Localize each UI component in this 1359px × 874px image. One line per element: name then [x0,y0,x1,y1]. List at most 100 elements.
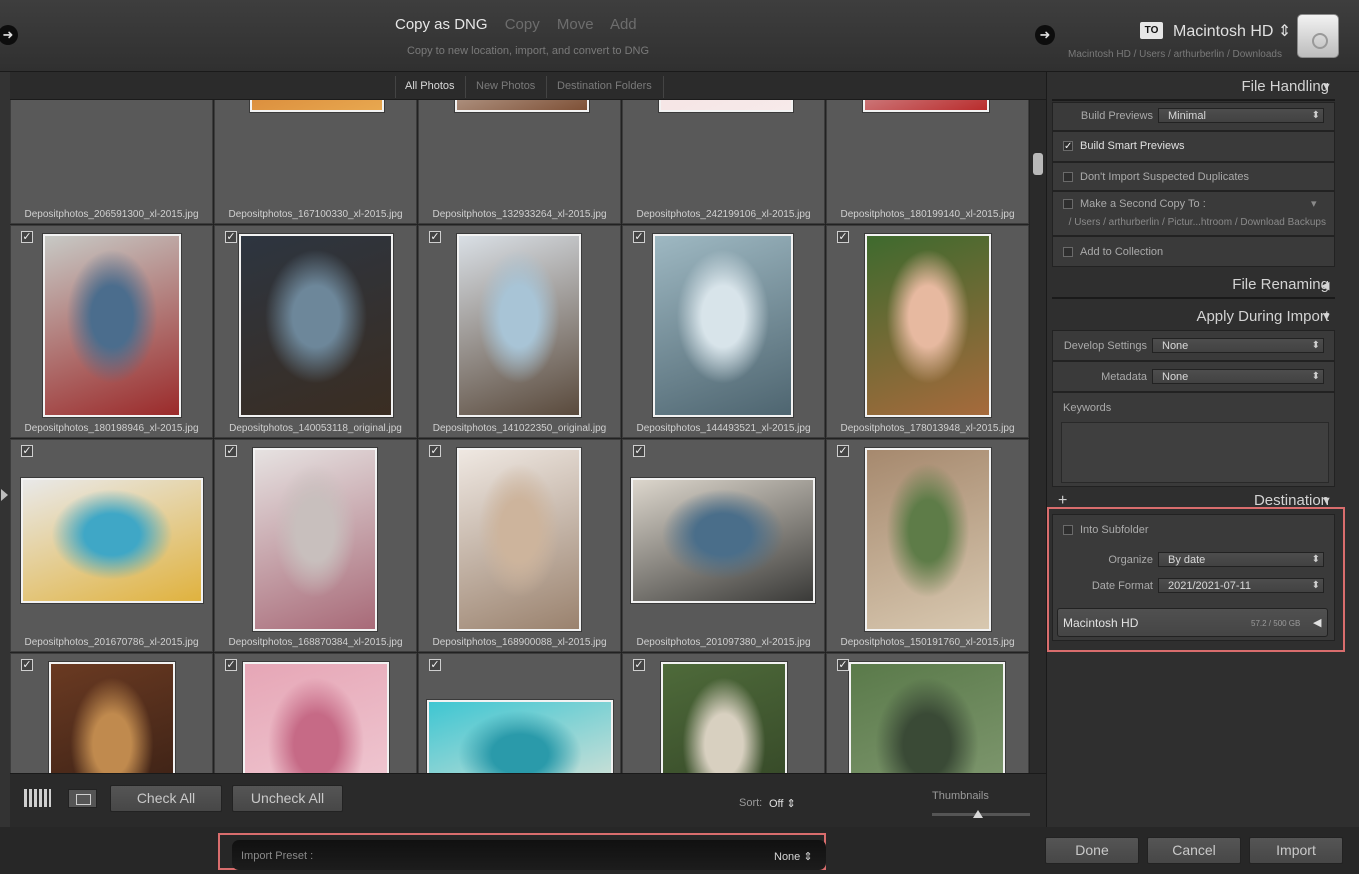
photo-cell[interactable]: Depositphotos_206591300_xl-2015.jpg [10,100,213,224]
second-copy-checkbox[interactable] [1063,199,1073,209]
photo-checkbox[interactable]: ✓ [429,659,441,671]
add-collection-checkbox[interactable] [1063,247,1073,257]
mode-copy[interactable]: Copy [505,16,540,33]
photo-checkbox[interactable]: ✓ [21,659,33,671]
photo-thumbnail[interactable] [21,478,203,603]
photo-cell[interactable]: ✓ Depositphotos_150191760_xl-2015.jpg [826,439,1029,652]
photo-cell[interactable]: ✓ Depositphotos_168900088_xl-2015.jpg [418,439,621,652]
photo-checkbox[interactable]: ✓ [633,659,645,671]
photo-checkbox[interactable]: ✓ [837,445,849,457]
chevron-down-icon[interactable]: ▾ [1311,197,1317,210]
photo-checkbox[interactable]: ✓ [225,445,237,457]
photo-cell[interactable]: ✓ [418,653,621,773]
mode-add[interactable]: Add [610,16,637,33]
photo-cell[interactable]: ✓ [622,653,825,773]
photo-thumbnail[interactable] [863,100,989,112]
photo-cell[interactable]: Depositphotos_180199140_xl-2015.jpg [826,100,1029,224]
photo-thumbnail[interactable] [457,234,581,417]
no-duplicates-row[interactable]: Don't Import Suspected Duplicates [1052,162,1335,191]
photo-checkbox[interactable]: ✓ [633,231,645,243]
arrow-right-circle-icon[interactable]: ➜ [0,25,18,45]
photo-thumbnail[interactable] [849,662,1005,773]
import-preset-selector[interactable]: None ⇕ [774,850,813,863]
photo-thumbnail[interactable] [455,100,589,112]
photo-thumbnail[interactable] [49,662,175,773]
photo-cell[interactable]: ✓ Depositphotos_201670786_xl-2015.jpg [10,439,213,652]
photo-thumbnail[interactable] [661,662,787,773]
apply-during-import-header[interactable]: Apply During Import [1196,308,1329,325]
photo-thumbnail[interactable] [427,700,613,773]
photo-checkbox[interactable]: ✓ [21,445,33,457]
build-previews-select[interactable]: Minimal [1158,108,1324,123]
loupe-view-icon[interactable] [68,789,97,808]
photo-cell[interactable]: Depositphotos_167100330_xl-2015.jpg [214,100,417,224]
metadata-select[interactable]: None [1152,369,1324,384]
add-collection-row[interactable]: Add to Collection [1052,236,1335,267]
tab-new-photos[interactable]: New Photos [476,80,535,92]
photo-cell[interactable]: ✓ [214,653,417,773]
tab-all-photos[interactable]: All Photos [405,80,455,92]
collapse-triangle-icon[interactable]: ▼ [1321,81,1332,93]
develop-settings-select[interactable]: None [1152,338,1324,353]
second-copy-row[interactable]: Make a Second Copy To : ▾ / Users / arth… [1052,191,1335,236]
photo-cell[interactable]: ✓ [10,653,213,773]
photo-cell[interactable]: ✓ Depositphotos_140053118_original.jpg [214,225,417,438]
file-handling-header[interactable]: File Handling [1241,78,1329,95]
photo-checkbox[interactable]: ✓ [633,445,645,457]
grid-view-icon[interactable] [23,788,52,808]
import-preset-bar[interactable] [232,840,826,870]
mode-copy-as-dng[interactable]: Copy as DNG [395,16,488,33]
photo-checkbox[interactable]: ✓ [21,231,33,243]
photo-checkbox[interactable]: ✓ [429,445,441,457]
arrow-right-circle-icon[interactable]: ➜ [1035,25,1055,45]
expand-left-panel-icon[interactable] [1,489,8,501]
photo-cell[interactable]: Depositphotos_242199106_xl-2015.jpg [622,100,825,224]
destination-drive-selector[interactable]: Macintosh HD ⇕ [1173,21,1291,41]
photo-checkbox[interactable]: ✓ [225,231,237,243]
photo-thumbnail[interactable] [659,100,793,112]
photo-checkbox[interactable]: ✓ [225,659,237,671]
photo-thumbnail[interactable] [239,234,393,417]
photo-cell[interactable]: ✓ Depositphotos_178013948_xl-2015.jpg [826,225,1029,438]
photo-cell[interactable]: ✓ Depositphotos_201097380_xl-2015.jpg [622,439,825,652]
photo-checkbox[interactable]: ✓ [837,659,849,671]
check-all-button[interactable]: Check All [110,785,222,812]
sort-selector[interactable]: Off ⇕ [769,797,796,810]
photo-checkbox[interactable]: ✓ [429,231,441,243]
photo-cell[interactable]: ✓ Depositphotos_180198946_xl-2015.jpg [10,225,213,438]
photo-thumbnail[interactable] [653,234,793,417]
source-panel-collapsed[interactable] [0,72,10,827]
photo-thumbnail[interactable] [250,100,384,112]
uncheck-all-button[interactable]: Uncheck All [232,785,343,812]
photo-cell[interactable]: Depositphotos_132933264_xl-2015.jpg [418,100,621,224]
smart-previews-row[interactable]: ✓ Build Smart Previews [1052,131,1335,162]
import-button[interactable]: Import [1249,837,1343,864]
photo-cell[interactable]: ✓ Depositphotos_141022350_original.jpg [418,225,621,438]
collapse-triangle-icon[interactable]: ▼ [1321,311,1332,323]
done-button[interactable]: Done [1045,837,1139,864]
photo-thumbnail[interactable] [253,448,377,631]
photo-filename: Depositphotos_242199106_xl-2015.jpg [636,209,811,220]
mode-move[interactable]: Move [557,16,594,33]
tab-destination-folders[interactable]: Destination Folders [557,80,652,92]
photo-thumbnail[interactable] [865,448,991,631]
photo-thumbnail[interactable] [43,234,181,417]
photo-cell[interactable]: ✓ [826,653,1029,773]
file-renaming-header[interactable]: File Renaming [1232,276,1329,293]
scrollbar-thumb[interactable] [1033,153,1043,175]
photo-thumbnail[interactable] [865,234,991,417]
photo-thumbnail[interactable] [457,448,581,631]
photo-thumbnail[interactable] [631,478,815,603]
slider-knob[interactable] [973,810,984,818]
grid-scrollbar[interactable] [1030,100,1046,773]
keywords-input[interactable] [1061,422,1329,483]
photo-cell[interactable]: ✓ Depositphotos_144493521_xl-2015.jpg [622,225,825,438]
smart-previews-checkbox[interactable]: ✓ [1063,141,1073,152]
collapse-triangle-icon[interactable]: ▼ [1321,495,1332,507]
no-duplicates-checkbox[interactable] [1063,172,1073,182]
photo-cell[interactable]: ✓ Depositphotos_168870384_xl-2015.jpg [214,439,417,652]
photo-checkbox[interactable]: ✓ [837,231,849,243]
expand-triangle-icon[interactable]: ◀ [1321,279,1329,292]
photo-thumbnail[interactable] [243,662,389,773]
cancel-button[interactable]: Cancel [1147,837,1241,864]
